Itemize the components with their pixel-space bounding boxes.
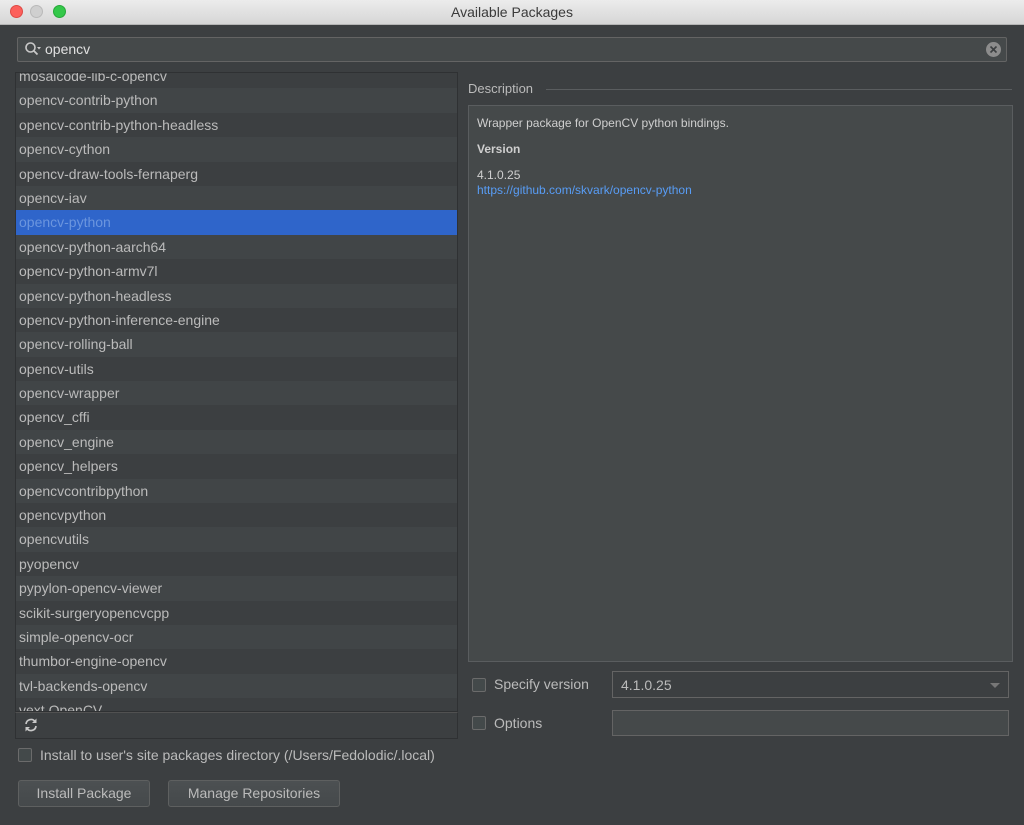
list-item[interactable]: opencv_helpers xyxy=(16,454,457,479)
install-user-label: Install to user's site packages director… xyxy=(40,747,435,763)
list-item[interactable]: vext.OpenCV xyxy=(16,698,457,711)
list-item[interactable]: tvl-backends-opencv xyxy=(16,673,457,699)
list-item[interactable]: scikit-surgeryopencvcpp xyxy=(16,600,457,625)
version-value: 4.1.0.25 xyxy=(477,168,521,182)
list-item[interactable]: opencv-python-armv7l xyxy=(16,259,457,284)
version-select-value: 4.1.0.25 xyxy=(621,677,672,693)
install-user-checkbox[interactable] xyxy=(18,748,32,762)
list-toolbar xyxy=(15,712,458,739)
list-item[interactable]: opencvcontribpython xyxy=(16,478,457,504)
list-item[interactable]: opencv_engine xyxy=(16,429,457,455)
list-item[interactable]: opencv-contrib-python xyxy=(16,88,457,113)
list-item[interactable]: opencv-python-inference-engine xyxy=(16,307,457,333)
list-item[interactable]: opencv-python-headless xyxy=(16,283,457,308)
list-item[interactable]: opencv-python xyxy=(16,210,457,235)
list-item[interactable]: opencv_cffi xyxy=(16,405,457,430)
version-label: Version xyxy=(477,142,521,156)
options-checkbox[interactable] xyxy=(472,716,486,730)
search-icon[interactable] xyxy=(24,41,42,59)
list-item[interactable]: opencv-cython xyxy=(16,137,457,162)
description-divider xyxy=(546,89,1012,90)
list-item[interactable]: opencvpython xyxy=(16,503,457,528)
description-header: Description xyxy=(468,81,534,96)
list-item[interactable]: pypylon-opencv-viewer xyxy=(16,576,457,601)
refresh-icon[interactable] xyxy=(23,717,39,733)
options-input[interactable] xyxy=(612,710,1009,736)
install-package-button[interactable]: Install Package xyxy=(18,780,150,807)
specify-version-label: Specify version xyxy=(494,676,589,692)
package-list-scroll[interactable]: mosaicode-lib-c-opencv opencv-contrib-pyt… xyxy=(16,73,457,711)
homepage-link[interactable]: https://github.com/skvark/opencv-python xyxy=(477,183,692,197)
list-item[interactable]: opencv-utils xyxy=(16,356,457,382)
list-item[interactable]: opencv-python-aarch64 xyxy=(16,234,457,260)
version-select[interactable]: 4.1.0.25 xyxy=(612,671,1009,698)
list-item[interactable]: thumbor-engine-opencv xyxy=(16,649,457,674)
search-input[interactable]: opencv xyxy=(45,41,90,57)
list-item[interactable]: opencv-contrib-python-headless xyxy=(16,112,457,138)
description-text: Wrapper package for OpenCV python bindin… xyxy=(477,116,729,130)
window-title: Available Packages xyxy=(451,4,573,20)
list-item[interactable]: opencv-wrapper xyxy=(16,381,457,406)
package-list[interactable]: mosaicode-lib-c-opencv opencv-contrib-pyt… xyxy=(15,72,458,712)
clear-search-icon[interactable] xyxy=(986,42,1001,57)
list-item[interactable]: simple-opencv-ocr xyxy=(16,624,457,650)
list-item[interactable]: opencv-draw-tools-fernaperg xyxy=(16,161,457,186)
chevron-down-icon xyxy=(990,683,1000,688)
search-field[interactable]: opencv xyxy=(17,37,1007,62)
list-item[interactable]: mosaicode-lib-c-opencv xyxy=(16,73,457,89)
title-bar: Available Packages xyxy=(0,0,1024,25)
list-item[interactable]: pyopencv xyxy=(16,551,457,577)
specify-version-checkbox[interactable] xyxy=(472,678,486,692)
list-item[interactable]: opencvutils xyxy=(16,527,457,552)
options-label: Options xyxy=(494,715,543,731)
list-item[interactable]: opencv-iav xyxy=(16,185,457,211)
manage-repositories-button[interactable]: Manage Repositories xyxy=(168,780,340,807)
list-item[interactable]: opencv-rolling-ball xyxy=(16,332,457,357)
description-panel: Wrapper package for OpenCV python bindin… xyxy=(468,105,1013,662)
